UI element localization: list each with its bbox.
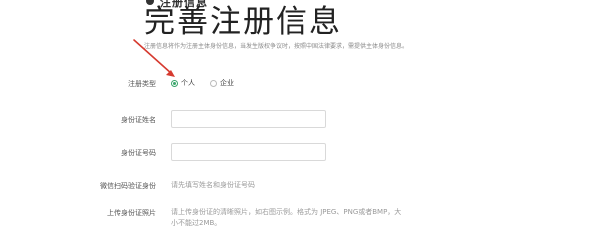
id-number-input[interactable]: [171, 143, 326, 161]
id-name-input[interactable]: [171, 110, 326, 128]
page-description: 注册信息将作为注册主体身份信息，当发生版权争议时，按照中国法律要求，需提供主体身…: [144, 43, 409, 50]
id-name-label: 身份证姓名: [121, 116, 156, 124]
page-title: 完善注册信息: [144, 4, 342, 40]
registration-page: 注册信息 完善注册信息 注册信息将作为注册主体身份信息，当发生版权争议时，按照中…: [0, 0, 600, 227]
id-number-label: 身份证号码: [121, 149, 156, 157]
reg-type-label: 注册类型: [128, 80, 156, 88]
radio-checked-icon[interactable]: [171, 79, 178, 87]
radio-company-label: 企业: [220, 79, 234, 87]
upload-id-photo-hint-line2: 小不能过2MB。: [171, 219, 222, 227]
wechat-verify-hint: 请先填写姓名和身份证号码: [171, 181, 255, 189]
radio-company[interactable]: 企业: [210, 78, 234, 88]
upload-id-photo-hint-line1: 请上传身份证的清晰照片，如右图示例。格式为 JPEG、PNG或者BMP，大: [171, 208, 402, 216]
upload-id-photo-label: 上传身份证照片: [107, 209, 156, 217]
radio-personal-label: 个人: [181, 79, 195, 87]
radio-unchecked-icon[interactable]: [210, 79, 217, 87]
wechat-verify-label: 微信扫码验证身份: [100, 182, 156, 190]
radio-personal[interactable]: 个人: [171, 78, 195, 88]
